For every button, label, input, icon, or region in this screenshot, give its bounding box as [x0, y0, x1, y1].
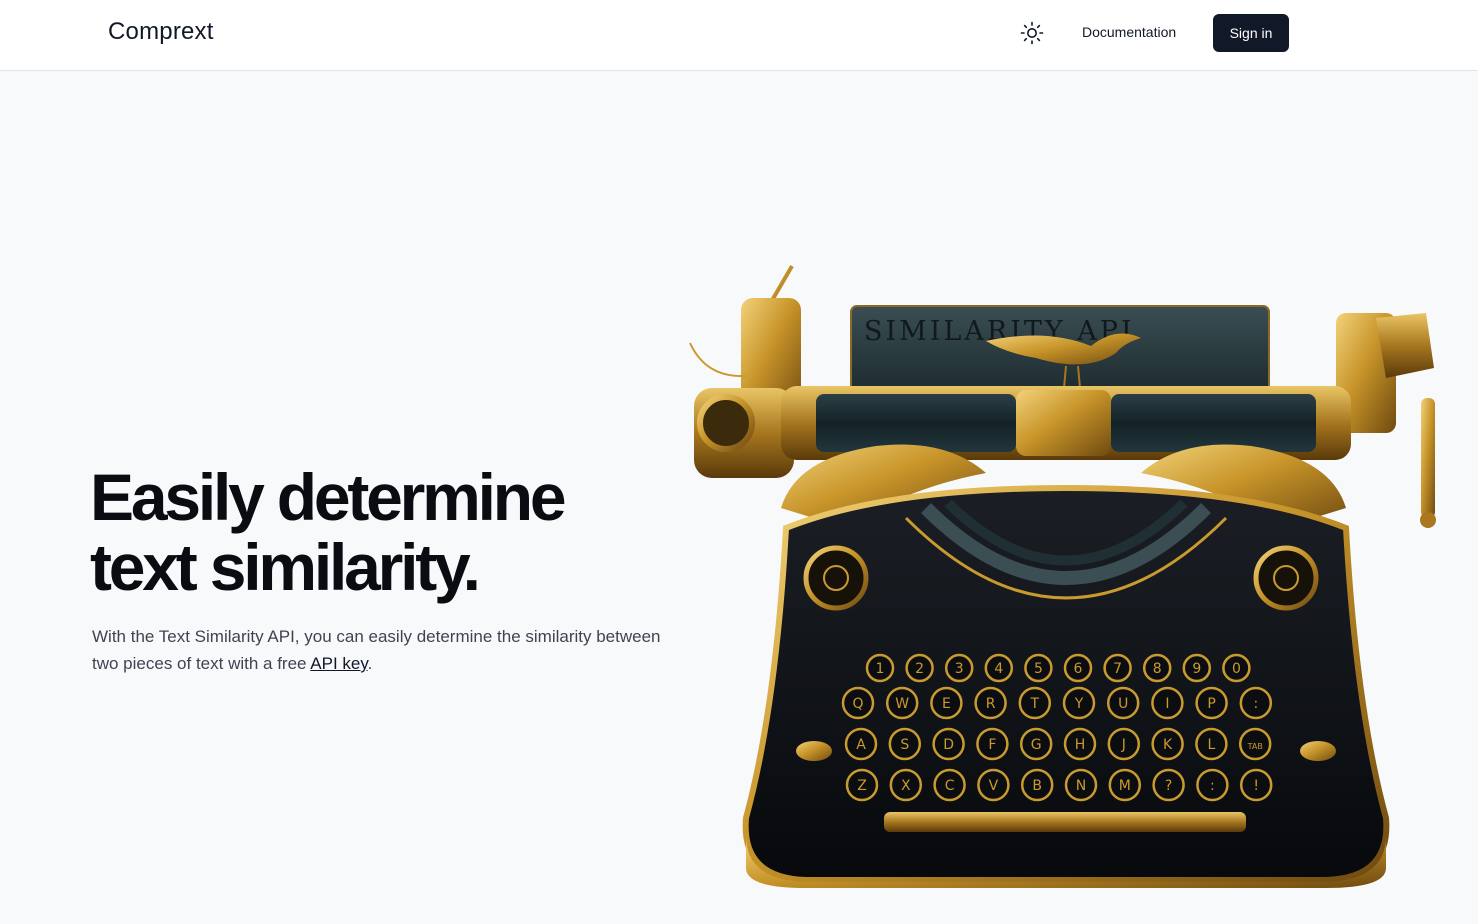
typewriter-key-label: S [900, 737, 909, 753]
typewriter-key-label: X [901, 778, 911, 794]
typewriter-key-label: 9 [1192, 661, 1201, 677]
typewriter-key-label: P [1207, 696, 1215, 712]
hero-title: Easily determine text similarity. [90, 462, 690, 602]
typewriter-key-label: Q [852, 696, 863, 712]
typewriter-key-label: F [988, 737, 996, 753]
typewriter-key-label: D [943, 737, 954, 753]
hero-title-line-2: text similarity. [90, 530, 481, 604]
nav-documentation-link[interactable]: Documentation [1082, 24, 1176, 40]
hero-title-line-1: Easily determine [90, 460, 567, 534]
typewriter-key-label: Z [857, 778, 867, 794]
typewriter-key-label: B [1032, 778, 1042, 794]
typewriter-key-label: 8 [1153, 661, 1162, 677]
sun-icon [1020, 21, 1044, 45]
typewriter-image: SIMILARITY API 1 2 3 4 5 6 7 8 9 0Q W E … [689, 264, 1436, 888]
typewriter-key-label: : [1253, 696, 1258, 712]
typewriter-key-label: C [945, 778, 955, 794]
api-key-link[interactable]: API key [310, 654, 367, 673]
typewriter-key-label: Y [1074, 696, 1084, 712]
typewriter-key-label: ! [1253, 778, 1259, 794]
typewriter-key-label: TAB [1247, 742, 1263, 751]
typewriter-key-label: 7 [1113, 661, 1122, 677]
typewriter-key-label: U [1118, 696, 1128, 712]
typewriter-illustration: SIMILARITY API 1 2 3 4 5 6 7 8 9 0 Q W E… [686, 258, 1446, 898]
typewriter-key-label: T [1030, 696, 1040, 712]
sign-in-button[interactable]: Sign in [1213, 14, 1289, 52]
hero-subtitle-text: With the Text Similarity API, you can ea… [92, 627, 661, 673]
typewriter-key-label: 5 [1034, 661, 1043, 677]
typewriter-key-label: 1 [876, 661, 885, 677]
typewriter-key-label: I [1165, 696, 1169, 712]
typewriter-key-label: G [1031, 737, 1042, 753]
typewriter-key-label: J [1121, 737, 1126, 753]
brand-logo[interactable]: Comprext [108, 18, 214, 46]
typewriter-key-label: L [1207, 737, 1215, 753]
typewriter-key-label: R [986, 696, 996, 712]
typewriter-key-label: E [942, 696, 951, 712]
typewriter-key-label: V [989, 778, 999, 794]
typewriter-key-label: : [1210, 778, 1215, 794]
typewriter-key-label: N [1076, 778, 1086, 794]
typewriter-key-label: W [895, 696, 909, 712]
typewriter-key-label: 3 [955, 661, 964, 677]
typewriter-key-label: 0 [1232, 661, 1241, 677]
typewriter-key-label: 2 [915, 661, 924, 677]
typewriter-key-label: 6 [1074, 661, 1083, 677]
typewriter-key-label: K [1163, 737, 1173, 753]
theme-toggle-button[interactable] [1016, 17, 1048, 49]
top-nav: Comprext Documentation Sign in [0, 0, 1478, 71]
typewriter-key-label: 4 [994, 661, 1003, 677]
typewriter-key-label: M [1119, 778, 1131, 794]
typewriter-key-label: H [1075, 737, 1086, 753]
hero-subtitle-end: . [367, 654, 373, 673]
typewriter-key-label: A [856, 737, 866, 753]
typewriter-key-label: ? [1165, 778, 1172, 794]
hero-subtitle: With the Text Similarity API, you can ea… [92, 623, 662, 677]
